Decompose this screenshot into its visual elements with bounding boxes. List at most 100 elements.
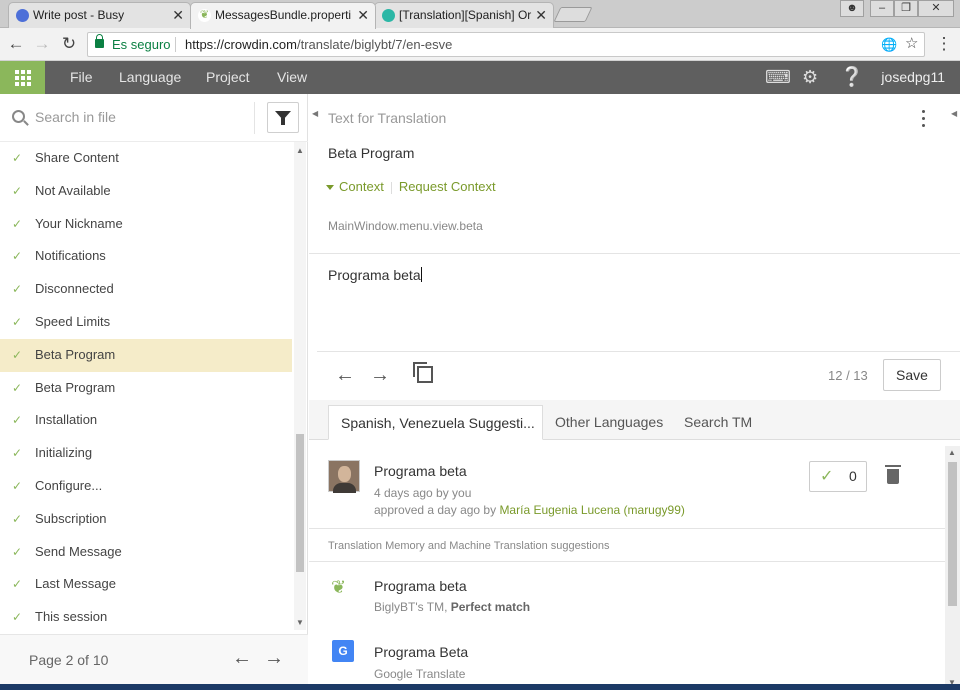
list-item[interactable]: ✓ Your Nickname [0,208,292,241]
scroll-thumb[interactable] [296,434,304,572]
tab-title: MessagesBundle.properti [215,8,352,22]
menu-view[interactable]: View [277,61,307,94]
filter-icon[interactable] [267,102,299,133]
url-field[interactable]: Es seguro https://crowdin.com/translate/… [87,32,925,57]
translate-page-icon[interactable]: 🌐 [881,33,897,56]
lock-icon [95,34,104,48]
menu-language[interactable]: Language [119,61,181,94]
divider [317,351,960,352]
scroll-up-icon[interactable]: ▲ [296,146,304,155]
tm-suggestion-item[interactable]: Programa beta BiglyBT's TM, Perfect matc… [309,562,945,626]
copy-source-icon[interactable] [413,362,433,383]
search-row [0,94,308,142]
context-key: MainWindow.menu.view.beta [328,219,483,233]
list-item[interactable]: ✓ Installation [0,404,292,437]
apps-grid-icon[interactable] [0,61,45,94]
suggestions-scrollbar[interactable]: ▲ ▼ [945,446,960,690]
menu-file[interactable]: File [70,61,93,94]
mt-suggestion-item[interactable]: Programa Beta Google Translate [309,628,945,690]
minimize-button[interactable]: – [870,0,894,17]
browser-tab-busy[interactable]: Write post - Busy ✕ [8,2,191,28]
approver-link[interactable]: María Eugenia Lucena (marugy99) [499,503,684,517]
list-item[interactable]: ✓ Send Message [0,536,292,569]
checkmark-icon: ✓ [12,151,23,165]
browser-menu-icon[interactable]: ⋮ [933,33,955,55]
list-item[interactable]: ✓ Speed Limits [0,306,292,339]
next-string-icon[interactable]: → [370,364,390,387]
more-options-icon[interactable] [922,110,926,128]
pager: Page 2 of 10 ← → [0,634,308,690]
strings-sidebar: ✓ Share Content ✓ Not Available ✓ Your Nickna… [0,94,308,690]
browser-tab-strip: Write post - Busy ✕ ❦ MessagesBundle.pro… [0,0,960,29]
context-row: Context Request Context [326,179,496,194]
username[interactable]: josedpg11 [881,61,945,94]
sidebar-scrollbar[interactable]: ▲ ▼ [294,142,306,630]
list-item[interactable]: ✓ Disconnected [0,273,292,306]
security-label: Es seguro [112,37,171,52]
list-item[interactable]: ✓ Not Available [0,175,292,208]
divider [309,528,945,529]
biglybt-logo-icon: ❦ [331,577,347,597]
forward-icon[interactable]: → [31,33,53,55]
checkmark-icon: ✓ [12,314,23,329]
divider [254,102,255,134]
profile-icon[interactable]: ☻ [840,0,864,17]
close-window-button[interactable]: ✕ [918,0,954,17]
list-item[interactable]: ✓ Subscription [0,503,292,536]
avatar [328,460,360,493]
list-item[interactable]: ✓ This session [0,601,292,630]
save-button[interactable]: Save [883,359,941,391]
close-icon[interactable]: ✕ [172,3,184,27]
collapse-right-icon[interactable]: ◀ [951,109,957,118]
divider [175,37,176,52]
tm-section-label: Translation Memory and Machine Translati… [328,540,610,552]
checkmark-icon: ✓ [12,544,23,559]
restore-button[interactable]: ❐ [894,0,918,17]
source-text: Beta Program [328,145,415,161]
tab-other-languages[interactable]: Other Languages [543,405,675,440]
tab-title: [Translation][Spanish] Or [399,8,532,22]
context-toggle[interactable]: Context [339,179,384,194]
gear-icon[interactable]: ⚙ [802,61,818,94]
list-item[interactable]: ✓ Configure... [0,470,292,503]
scroll-thumb[interactable] [948,462,957,606]
search-icon [12,110,25,123]
back-icon[interactable]: ← [5,33,27,55]
scroll-down-icon[interactable]: ▼ [296,618,304,627]
list-item[interactable]: ✓ Beta Program [0,338,292,372]
keyboard-icon[interactable]: ⌨ [765,61,791,94]
search-input[interactable] [35,106,245,128]
checkmark-icon: ✓ [12,282,23,297]
vote-count: 0 [849,468,857,484]
browser-tab-messagesbundle[interactable]: ❦ MessagesBundle.properti ✕ [190,2,376,29]
browser-tab-translation[interactable]: [Translation][Spanish] Or ✕ [374,2,554,28]
trash-icon[interactable] [885,465,901,484]
menu-project[interactable]: Project [206,61,250,94]
list-item[interactable]: ✓ Beta Program [0,372,292,405]
translation-textarea[interactable]: Programa beta [328,267,422,283]
list-item[interactable]: ✓ Notifications [0,240,292,273]
close-icon[interactable]: ✕ [357,3,369,27]
tab-search-tm[interactable]: Search TM [672,405,764,440]
scroll-up-icon[interactable]: ▲ [948,448,956,457]
list-item[interactable]: ✓ Share Content [0,142,292,175]
vote-button[interactable]: ✓ 0 [809,461,867,492]
request-context-link[interactable]: Request Context [399,179,496,194]
list-item-label: Subscription [35,510,107,526]
list-item-label: Share Content [35,150,119,165]
bookmark-star-icon[interactable]: ☆ [905,32,918,55]
next-page-icon[interactable]: → [264,647,284,670]
prev-string-icon[interactable]: ← [335,364,355,387]
new-tab-button[interactable] [553,7,593,22]
crowdin-favicon-icon [382,9,395,22]
collapse-left-icon[interactable]: ◀ [312,109,318,118]
list-item[interactable]: ✓ Last Message [0,568,292,601]
list-item[interactable]: ✓ Initializing [0,437,292,470]
tab-language-suggestions[interactable]: Spanish, Venezuela Suggesti... [328,405,543,440]
checkmark-icon: ✓ [12,216,23,231]
reload-icon[interactable]: ↻ [58,33,80,55]
prev-page-icon[interactable]: ← [232,647,252,670]
crowdin-top-bar: File Language Project View ⌨ ⚙ ❔ josedpg… [0,61,960,94]
close-icon[interactable]: ✕ [535,3,547,27]
help-icon[interactable]: ❔ [840,61,864,94]
